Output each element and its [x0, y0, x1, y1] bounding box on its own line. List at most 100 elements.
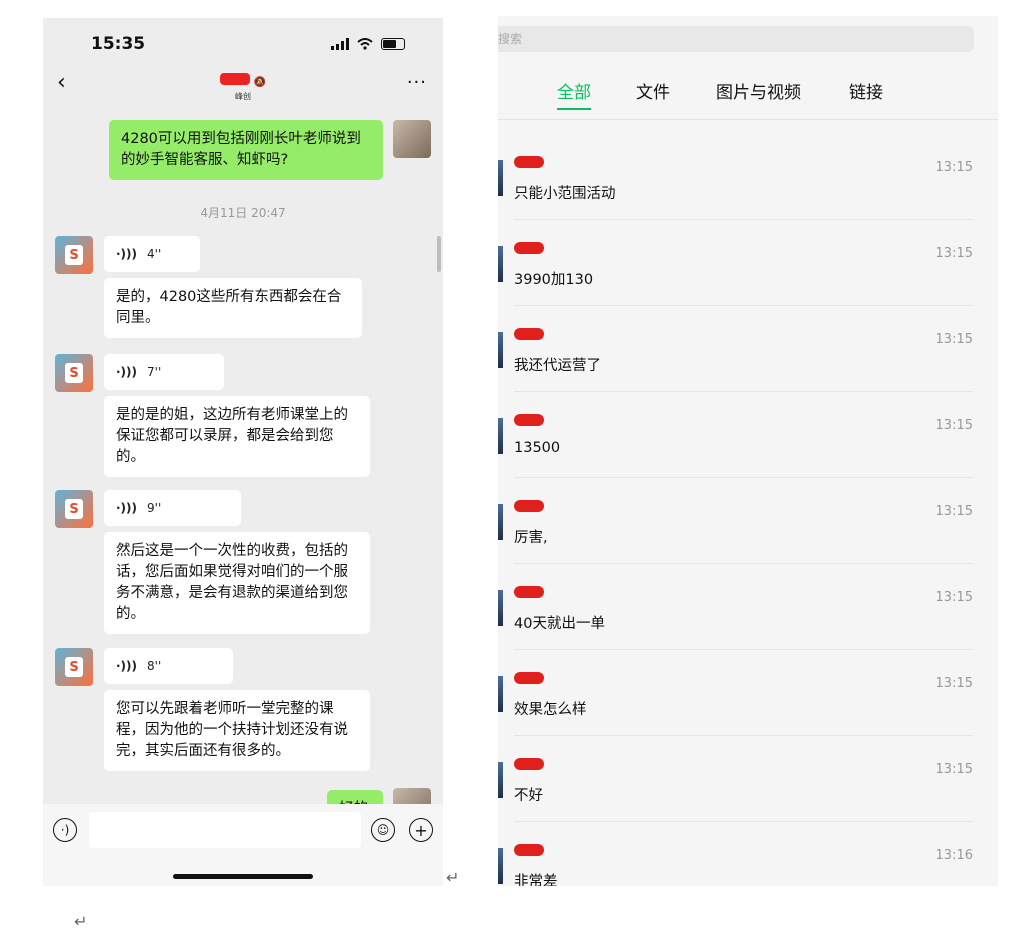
history-message: 只能小范围活动	[514, 186, 616, 202]
history-row[interactable]: 13500 13:15	[498, 392, 998, 478]
voice-wave-icon: ·)))	[116, 501, 138, 515]
history-message: 我还代运营了	[514, 358, 601, 374]
history-tabs: 全部 文件 图片与视频 链接	[498, 78, 998, 110]
history-message: 厉害,	[514, 530, 548, 546]
message-bubble-received[interactable]: 您可以先跟着老师听一堂完整的课程，因为他的一个扶持计划还没有说完，其实后面还有很…	[104, 690, 370, 771]
voice-message[interactable]: ·))) 8''	[104, 648, 233, 684]
redacted-sender-name	[514, 844, 544, 856]
voice-duration: 8''	[147, 659, 162, 673]
redacted-sender-name	[514, 242, 544, 254]
avatar	[498, 418, 503, 454]
shopee-avatar[interactable]: S	[55, 354, 93, 392]
shopee-avatar[interactable]: S	[55, 490, 93, 528]
avatar	[498, 160, 503, 196]
avatar	[498, 246, 503, 282]
history-time: 13:15	[935, 160, 973, 175]
avatar	[498, 332, 503, 368]
more-icon[interactable]: ···	[407, 72, 427, 93]
tab-files[interactable]: 文件	[636, 78, 670, 103]
search-input[interactable]: 搜索	[498, 26, 974, 52]
add-icon[interactable]: +	[409, 818, 433, 842]
history-time: 13:15	[935, 332, 973, 347]
history-time: 13:15	[935, 504, 973, 519]
redacted-sender-name	[514, 586, 544, 598]
chat-nav-bar: ‹ 🔕 峰创 ···	[43, 68, 443, 108]
avatar	[498, 676, 503, 712]
message-bubble-sent[interactable]: 4280可以用到包括刚刚长叶老师说到的妙手智能客服、知虾吗?	[109, 120, 383, 180]
redacted-sender-name	[514, 414, 544, 426]
status-icons	[331, 38, 405, 50]
voice-message[interactable]: ·))) 9''	[104, 490, 241, 526]
avatar	[498, 848, 503, 884]
redacted-sender-name	[514, 758, 544, 770]
history-message: 不好	[514, 788, 543, 804]
tab-images-videos[interactable]: 图片与视频	[716, 78, 801, 103]
message-bubble-received[interactable]: 然后这是一个一次性的收费，包括的话，您后面如果觉得对咱们的一个服务不满意，是会有…	[104, 532, 370, 634]
history-row[interactable]: 厉害, 13:15	[498, 478, 998, 564]
chat-input-bar: ·) ☺ +	[43, 804, 443, 886]
history-message: 40天就出一单	[514, 616, 605, 632]
history-message: 效果怎么样	[514, 702, 587, 718]
history-row[interactable]: 不好 13:15	[498, 736, 998, 822]
history-row[interactable]: 非常差 13:16	[498, 822, 998, 886]
message-timestamp: 4月11日 20:47	[200, 206, 286, 220]
chat-history-panel: 搜索 全部 文件 图片与视频 链接 只能小范围活动 13:15 3990加130…	[498, 16, 998, 886]
chat-messages[interactable]: 4280可以用到包括刚刚长叶老师说到的妙手智能客服、知虾吗? 4月11日 20:…	[43, 110, 443, 804]
history-time: 13:15	[935, 246, 973, 261]
history-row[interactable]: 效果怎么样 13:15	[498, 650, 998, 736]
avatar	[498, 590, 503, 626]
shopee-avatar[interactable]: S	[55, 236, 93, 274]
message-bubble-sent[interactable]: 好的	[327, 790, 383, 804]
mute-icon: 🔕	[253, 77, 267, 88]
status-time: 15:35	[91, 34, 146, 54]
user-avatar[interactable]	[393, 120, 431, 158]
redacted-sender-name	[514, 156, 544, 168]
user-avatar[interactable]	[393, 788, 431, 804]
avatar	[498, 762, 503, 798]
history-message: 13500	[514, 440, 561, 456]
history-time: 13:15	[935, 418, 973, 433]
history-time: 13:16	[935, 848, 973, 863]
tab-all[interactable]: 全部	[557, 78, 591, 110]
tab-divider	[498, 119, 998, 120]
history-row[interactable]: 我还代运营了 13:15	[498, 306, 998, 392]
chat-scrollbar[interactable]	[437, 236, 441, 272]
emoji-icon[interactable]: ☺	[371, 818, 395, 842]
shopee-avatar[interactable]: S	[55, 648, 93, 686]
redacted-sender-name	[514, 672, 544, 684]
tab-links[interactable]: 链接	[849, 78, 883, 103]
voice-wave-icon: ·)))	[116, 365, 138, 379]
redacted-contact-name	[219, 73, 250, 85]
message-bubble-received[interactable]: 是的是的姐，这边所有老师课堂上的保证您都可以录屏，都是会给到您的。	[104, 396, 370, 477]
wifi-icon	[357, 38, 373, 50]
return-mark: ↵	[446, 868, 460, 887]
voice-wave-icon: ·)))	[116, 247, 138, 261]
avatar	[498, 504, 503, 540]
voice-duration: 9''	[147, 501, 162, 515]
redacted-sender-name	[514, 500, 544, 512]
voice-duration: 7''	[147, 365, 162, 379]
battery-icon	[381, 38, 405, 50]
redacted-sender-name	[514, 328, 544, 340]
return-mark: ↵	[74, 912, 88, 931]
chat-subtitle: 峰创	[235, 92, 251, 101]
voice-message[interactable]: ·))) 7''	[104, 354, 224, 390]
status-bar: 15:35	[43, 18, 443, 68]
voice-duration: 4''	[147, 247, 162, 261]
history-time: 13:15	[935, 590, 973, 605]
message-input[interactable]	[89, 812, 361, 848]
voice-message[interactable]: ·))) 4''	[104, 236, 200, 272]
chat-title: 🔕 峰创	[43, 70, 443, 102]
history-time: 13:15	[935, 762, 973, 777]
history-row[interactable]: 3990加130 13:15	[498, 220, 998, 306]
signal-icon	[331, 38, 349, 50]
voice-input-icon[interactable]: ·)	[53, 818, 77, 842]
chat-phone-screenshot: 15:35 ‹ 🔕 峰创 ··· 4280可以用到包括刚刚长叶老师说到的妙手智能…	[43, 18, 443, 886]
home-indicator	[173, 874, 313, 879]
history-row[interactable]: 只能小范围活动 13:15	[498, 134, 998, 220]
history-message: 非常差	[514, 874, 558, 886]
voice-wave-icon: ·)))	[116, 659, 138, 673]
message-bubble-received[interactable]: 是的，4280这些所有东西都会在合同里。	[104, 278, 362, 338]
history-row[interactable]: 40天就出一单 13:15	[498, 564, 998, 650]
history-message: 3990加130	[514, 272, 594, 288]
